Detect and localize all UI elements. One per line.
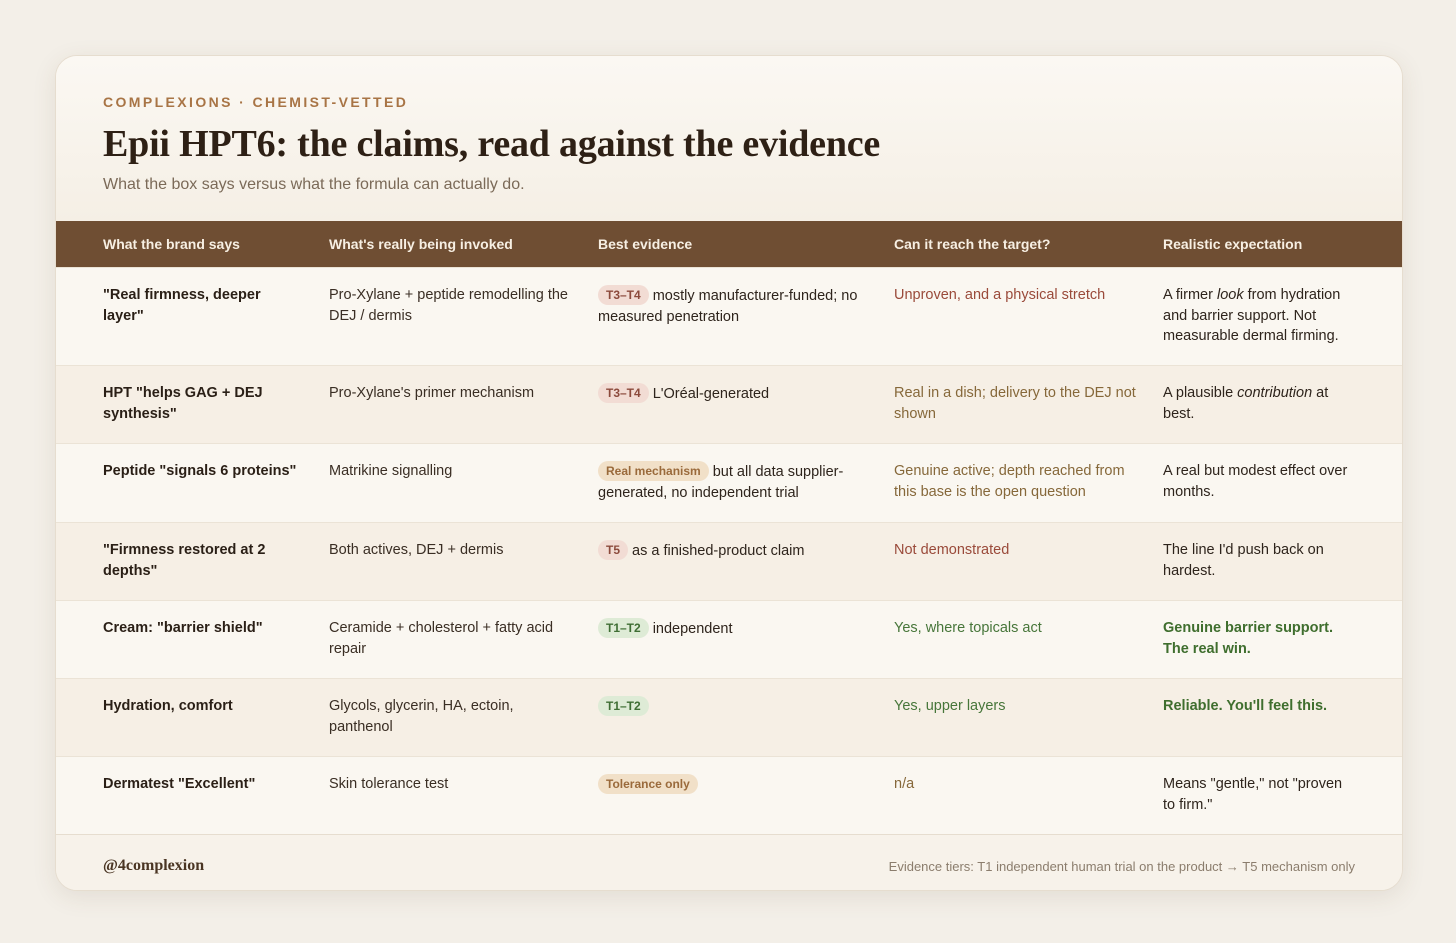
table-header: What the brand says What's really being … [56,221,1402,267]
evidence-note: L'Oréal-generated [652,386,770,402]
cell-invoked: Pro-Xylane's primer mechanism [329,385,535,401]
cell-expectation: A real but modest effect over months. [1163,461,1358,502]
evidence-tier-badge: T1–T2 [598,618,649,638]
cell-invoked: Ceramide + cholesterol + fatty acid repa… [329,620,554,657]
expectation-emphasis: look [1216,287,1244,303]
cell-invoked: Skin tolerance test [329,776,449,792]
evidence-tier-badge: T3–T4 [598,383,649,403]
cell-brand-claim: Hydration, comfort [103,698,233,714]
cell-evidence: T1–T2 [598,696,863,718]
claims-card: COMPLEXIONS · CHEMIST-VETTED Epii HPT6: … [55,55,1403,891]
column-header-reach: Can it reach the target? [894,236,1051,252]
author-handle: @4complexion [103,857,205,874]
cell-evidence: T3–T4 mostly manufacturer-funded; no meas… [598,285,863,327]
evidence-tier-badge: T1–T2 [598,696,649,716]
table-row: HPT "helps GAG + DEJ synthesis" Pro-Xylan… [56,365,1402,443]
cell-expectation: Means "gentle," not "proven to firm." [1163,774,1358,815]
table-body: "Real firmness, deeper layer" Pro-Xylane … [56,267,1402,834]
table-row: Peptide "signals 6 proteins" Matrikine si… [56,443,1402,522]
cell-brand-claim: Dermatest "Excellent" [103,776,256,792]
cell-evidence: T3–T4 L'Oréal-generated [598,383,863,405]
cell-evidence: Real mechanism but all data supplier-gene… [598,461,863,503]
evidence-tier-badge: T3–T4 [598,285,649,305]
cell-expectation: A plausible contribution at best. [1163,383,1358,424]
cell-invoked: Matrikine signalling [329,463,453,479]
cell-reach-target: Yes, upper layers [894,698,1006,714]
cell-reach-target: Real in a dish; delivery to the DEJ not … [894,385,1136,422]
cell-reach-target: n/a [894,776,915,792]
expectation-text: A firmer [1163,287,1217,303]
cell-brand-claim: HPT "helps GAG + DEJ synthesis" [103,385,263,422]
expectation-emphasis: contribution [1237,385,1313,401]
cell-reach-target: Not demonstrated [894,542,1010,558]
column-header-evidence: Best evidence [598,236,693,252]
column-header-expectation: Realistic expectation [1163,236,1303,252]
table-row: Dermatest "Excellent" Skin tolerance test… [56,756,1402,834]
card-footer: @4complexion Evidence tiers: T1 independ… [56,834,1402,890]
table-row: "Firmness restored at 2 depths" Both acti… [56,522,1402,600]
cell-brand-claim: "Firmness restored at 2 depths" [103,542,266,579]
expectation-text: A real but modest effect over months. [1163,463,1348,500]
column-header-brand-says: What the brand says [103,236,240,252]
evidence-tier-legend: Evidence tiers: T1 independent human tri… [888,859,1355,874]
cell-evidence: T1–T2 independent [598,618,863,640]
evidence-tier-badge: Real mechanism [598,461,709,481]
cell-brand-claim: Peptide "signals 6 proteins" [103,463,297,479]
evidence-note: independent [652,621,733,637]
column-header-invoked: What's really being invoked [329,236,513,252]
evidence-tier-badge: Tolerance only [598,774,698,794]
page-title: Epii HPT6: the claims, read against the … [103,123,881,165]
expectation-text: Genuine barrier support. The real win. [1163,620,1333,657]
expectation-text: Reliable. You'll feel this. [1163,698,1328,714]
cell-reach-target: Yes, where topicals act [894,620,1042,636]
cell-evidence: T5 as a finished-product claim [598,540,863,562]
evidence-note: as a finished-product claim [632,543,805,559]
page-subtitle: What the box says versus what the formul… [103,176,525,193]
cell-invoked: Both actives, DEJ + dermis [329,542,504,558]
cell-expectation: A firmer look from hydration and barrier… [1163,285,1358,347]
expectation-text: Means "gentle," not "proven to firm." [1163,776,1343,813]
cell-evidence: Tolerance only [598,774,863,796]
cell-expectation: The line I'd push back on hardest. [1163,540,1358,581]
table-row: "Real firmness, deeper layer" Pro-Xylane … [56,267,1402,365]
cell-invoked: Pro-Xylane + peptide remodelling the DEJ… [329,287,568,324]
evidence-tier-badge: T5 [598,540,629,560]
cell-expectation: Genuine barrier support. The real win. [1163,618,1358,659]
table-row: Hydration, comfort Glycols, glycerin, HA,… [56,678,1402,756]
cell-brand-claim: Cream: "barrier shield" [103,620,263,636]
cell-reach-target: Unproven, and a physical stretch [894,287,1106,303]
expectation-text: The line I'd push back on hardest. [1163,542,1324,579]
card-header: COMPLEXIONS · CHEMIST-VETTED Epii HPT6: … [56,56,1402,221]
cell-reach-target: Genuine active; depth reached from this … [894,463,1125,500]
table-row: Cream: "barrier shield" Ceramide + choles… [56,600,1402,678]
cell-invoked: Glycols, glycerin, HA, ectoin, panthenol [329,698,514,735]
expectation-text: A plausible [1163,385,1238,401]
cell-brand-claim: "Real firmness, deeper layer" [103,287,261,324]
cell-expectation: Reliable. You'll feel this. [1163,696,1358,717]
eyebrow-label: COMPLEXIONS · CHEMIST-VETTED [103,94,409,110]
